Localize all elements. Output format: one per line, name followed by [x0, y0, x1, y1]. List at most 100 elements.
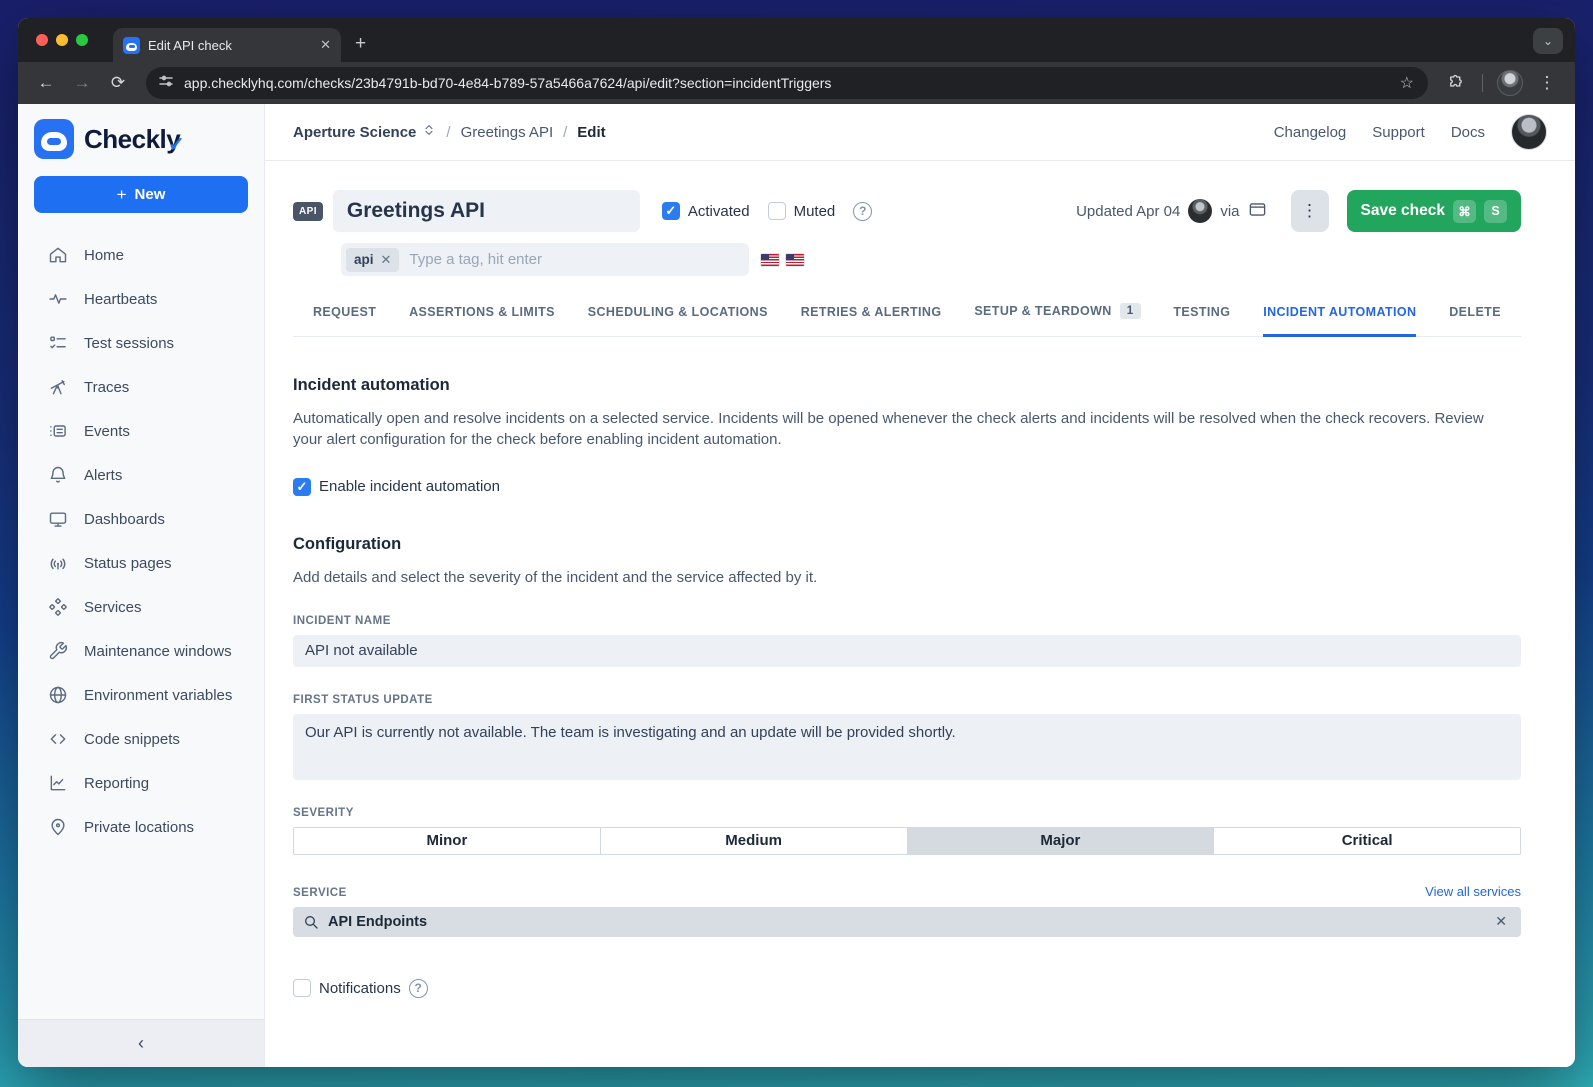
tab-close-icon[interactable]: ✕	[320, 37, 331, 53]
back-button[interactable]: ←	[30, 67, 62, 99]
site-info-icon[interactable]	[158, 73, 174, 94]
activated-checkbox[interactable]	[662, 202, 680, 220]
reload-button[interactable]: ⟳	[102, 67, 134, 99]
incident-name-input[interactable]: API not available	[293, 635, 1521, 667]
url-text[interactable]: app.checklyhq.com/checks/23b4791b-bd70-4…	[184, 75, 1384, 91]
changelog-link[interactable]: Changelog	[1274, 124, 1347, 141]
check-title-row: API Activated Muted ? Updated Apr 04 via	[293, 190, 1521, 232]
profile-avatar[interactable]	[1511, 114, 1547, 150]
minimize-window-button[interactable]	[56, 34, 68, 46]
sidebar-item-dashboards[interactable]: Dashboards	[18, 497, 264, 541]
muted-label: Muted	[794, 203, 836, 220]
sidebar-item-traces[interactable]: Traces	[18, 365, 264, 409]
forward-button[interactable]: →	[66, 67, 98, 99]
account-switcher[interactable]: Aperture Science	[293, 123, 436, 141]
bookmark-star-icon[interactable]: ☆	[1394, 73, 1420, 93]
sidebar-item-label: Reporting	[84, 775, 149, 792]
sidebar-item-services[interactable]: Services	[18, 585, 264, 629]
severity-option-critical[interactable]: Critical	[1213, 828, 1520, 854]
account-name: Aperture Science	[293, 124, 416, 141]
tab-scheduling-locations[interactable]: SCHEDULING & LOCATIONS	[588, 305, 768, 337]
sidebar-item-label: Traces	[84, 379, 129, 396]
severity-segmented-control: Minor Medium Major Critical	[293, 827, 1521, 855]
tab-testing[interactable]: TESTING	[1173, 305, 1230, 337]
first-status-update-textarea[interactable]: Our API is currently not available. The …	[293, 714, 1521, 780]
browser-menu-icon[interactable]: ⋮	[1531, 67, 1563, 99]
tag-placeholder: Type a tag, hit enter	[409, 251, 542, 268]
sidebar-item-heartbeats[interactable]: Heartbeats	[18, 277, 264, 321]
window-controls	[36, 34, 88, 46]
check-tabs: REQUEST ASSERTIONS & LIMITS SCHEDULING &…	[293, 303, 1521, 337]
docs-link[interactable]: Docs	[1451, 124, 1485, 141]
tab-request[interactable]: REQUEST	[313, 305, 376, 337]
tab-setup-teardown[interactable]: SETUP & TEARDOWN1	[974, 303, 1140, 337]
severity-option-major[interactable]: Major	[907, 828, 1214, 854]
incident-automation-title: Incident automation	[293, 376, 1521, 395]
sidebar-item-status-pages[interactable]: Status pages	[18, 541, 264, 585]
check-name-input[interactable]	[333, 190, 640, 232]
sidebar-item-test-sessions[interactable]: Test sessions	[18, 321, 264, 365]
browser-toolbar: ← → ⟳ app.checklyhq.com/checks/23b4791b-…	[18, 62, 1575, 104]
close-window-button[interactable]	[36, 34, 48, 46]
sidebar-item-events[interactable]: Events	[18, 409, 264, 453]
help-icon[interactable]: ?	[853, 202, 872, 221]
new-button[interactable]: + New	[34, 176, 248, 213]
clear-service-icon[interactable]: ✕	[1495, 913, 1511, 930]
incident-name-label: INCIDENT NAME	[293, 615, 1521, 627]
sidebar-item-code-snippets[interactable]: Code snippets	[18, 717, 264, 761]
sidebar-collapse-button[interactable]: ‹	[18, 1019, 264, 1067]
wrench-icon	[48, 641, 68, 661]
new-tab-button[interactable]: +	[355, 33, 366, 55]
severity-option-minor[interactable]: Minor	[294, 828, 600, 854]
enable-incident-checkbox[interactable]	[293, 478, 311, 496]
sidebar-item-label: Home	[84, 247, 124, 264]
browser-tabstrip: Edit API check ✕ + ⌄	[18, 18, 1575, 62]
tag-label: api	[354, 252, 374, 267]
sidebar-item-label: Heartbeats	[84, 291, 157, 308]
new-button-label: New	[135, 186, 166, 203]
checkly-wordmark: Checkly✓	[84, 124, 180, 155]
tag-input[interactable]: api ✕ Type a tag, hit enter	[341, 243, 749, 276]
activated-label: Activated	[688, 203, 750, 220]
support-link[interactable]: Support	[1372, 124, 1425, 141]
checkly-raccoon-icon	[34, 119, 74, 159]
severity-option-medium[interactable]: Medium	[600, 828, 907, 854]
sidebar-item-home[interactable]: Home	[18, 233, 264, 277]
notifications-help-icon[interactable]: ?	[409, 979, 428, 998]
sidebar-item-private-locations[interactable]: Private locations	[18, 805, 264, 849]
checkly-logo[interactable]: Checkly✓	[18, 104, 264, 166]
address-bar[interactable]: app.checklyhq.com/checks/23b4791b-bd70-4…	[146, 67, 1428, 99]
sidebar-item-alerts[interactable]: Alerts	[18, 453, 264, 497]
save-check-button[interactable]: Save check ⌘ S	[1347, 190, 1521, 232]
chevron-left-icon: ‹	[138, 1033, 144, 1054]
sidebar-item-maintenance-windows[interactable]: Maintenance windows	[18, 629, 264, 673]
tab-assertions-limits[interactable]: ASSERTIONS & LIMITS	[409, 305, 555, 337]
sidebar-item-environment-variables[interactable]: Environment variables	[18, 673, 264, 717]
configuration-description: Add details and select the severity of t…	[293, 567, 1513, 588]
view-all-services-link[interactable]: View all services	[1425, 884, 1521, 899]
tab-retries-alerting[interactable]: RETRIES & ALERTING	[801, 305, 942, 337]
tab-incident-automation[interactable]: INCIDENT AUTOMATION	[1263, 305, 1416, 337]
service-search-input[interactable]: API Endpoints ✕	[293, 907, 1521, 937]
map-pin-icon	[48, 817, 68, 837]
updated-by-avatar	[1188, 199, 1212, 223]
extensions-icon[interactable]	[1440, 67, 1472, 99]
sidebar-item-label: Maintenance windows	[84, 643, 232, 660]
breadcrumb-check-link[interactable]: Greetings API	[461, 124, 554, 141]
muted-checkbox[interactable]	[768, 202, 786, 220]
maximize-window-button[interactable]	[76, 34, 88, 46]
configuration-title: Configuration	[293, 535, 1521, 554]
tab-delete[interactable]: DELETE	[1449, 305, 1501, 337]
browser-profile-avatar[interactable]	[1497, 70, 1523, 96]
us-flag-icon	[761, 254, 779, 266]
notifications-checkbox[interactable]	[293, 979, 311, 997]
sidebar-item-reporting[interactable]: Reporting	[18, 761, 264, 805]
browser-tab[interactable]: Edit API check ✕	[113, 28, 341, 62]
sidebar-item-label: Dashboards	[84, 511, 165, 528]
tab-search-button[interactable]: ⌄	[1533, 28, 1563, 54]
edit-check-content: API Activated Muted ? Updated Apr 04 via	[265, 161, 1575, 998]
sidebar-item-label: Events	[84, 423, 130, 440]
more-options-button[interactable]: ⋮	[1291, 190, 1329, 232]
remove-tag-icon[interactable]: ✕	[381, 252, 392, 268]
sidebar-item-label: Test sessions	[84, 335, 174, 352]
